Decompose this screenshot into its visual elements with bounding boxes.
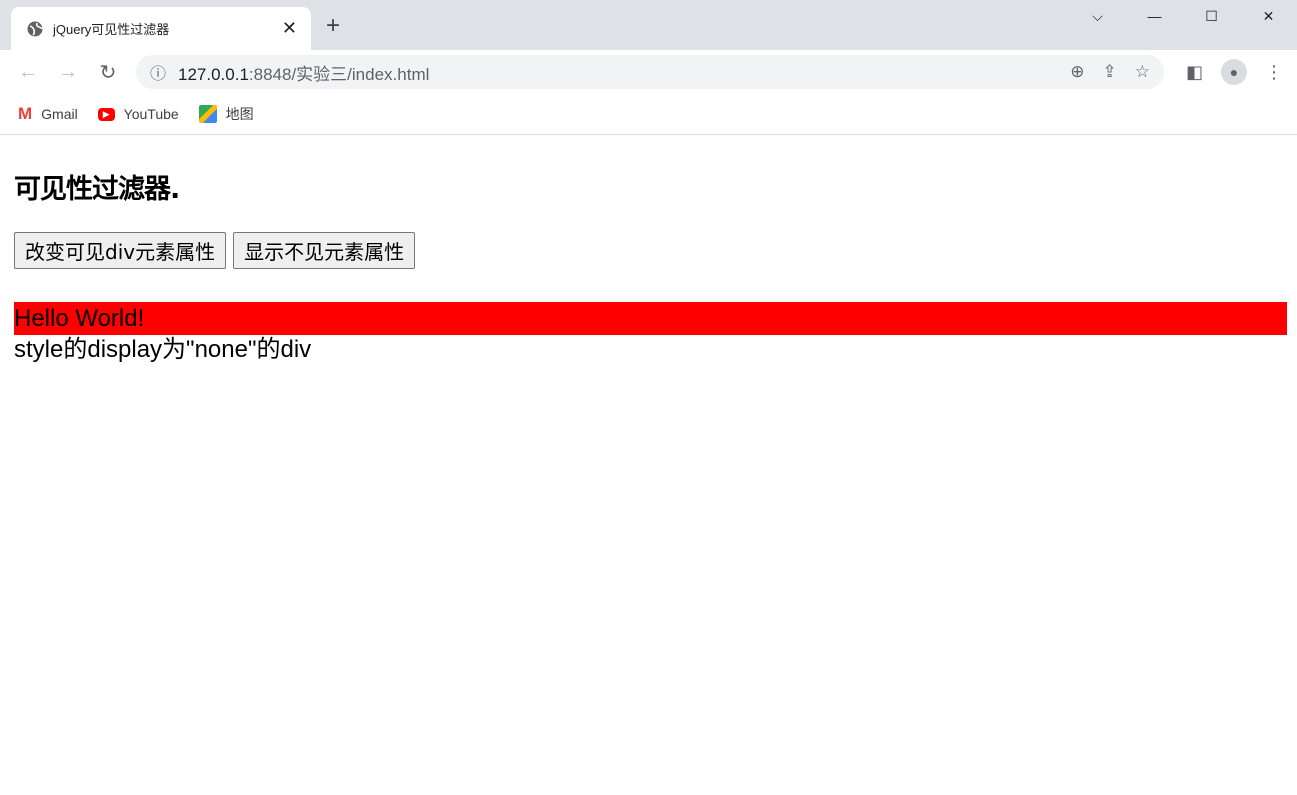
gmail-icon: M xyxy=(18,104,33,123)
forward-icon[interactable]: → xyxy=(48,61,88,84)
visible-div: Hello World! xyxy=(14,302,1287,335)
url-host: 127.0.0.1 xyxy=(178,64,249,84)
show-hidden-element-button[interactable]: 显示不见元素属性 xyxy=(233,232,416,269)
back-icon[interactable]: ← xyxy=(8,61,48,84)
bookmark-label: Gmail xyxy=(41,106,78,122)
tab-search-icon[interactable]: ⌵ xyxy=(1069,0,1126,32)
url-text[interactable]: 127.0.0.1:8848/实验三/index.html xyxy=(178,60,429,85)
minimize-icon[interactable]: — xyxy=(1126,0,1183,32)
maps-icon xyxy=(198,105,217,123)
menu-icon[interactable]: ⋮ xyxy=(1265,62,1283,83)
bookmark-label: YouTube xyxy=(123,106,179,122)
bookmark-maps[interactable]: 地图 xyxy=(198,104,254,124)
maximize-icon[interactable]: ☐ xyxy=(1183,0,1240,32)
url-path: :8848/实验三/index.html xyxy=(248,64,430,84)
toolbar: ← → ↻ ⓘ 127.0.0.1:8848/实验三/index.html ⊕ ⇪… xyxy=(0,50,1297,94)
reload-icon[interactable]: ↻ xyxy=(88,60,128,85)
tab-title: jQuery可见性过滤器 xyxy=(53,22,170,37)
window-close-icon[interactable]: ✕ xyxy=(1240,0,1297,32)
bookmark-youtube[interactable]: ▶ YouTube xyxy=(97,106,179,122)
share-icon[interactable]: ⇪ xyxy=(1103,62,1117,82)
sidepanel-icon[interactable]: ◧ xyxy=(1186,62,1203,83)
close-icon[interactable]: ✕ xyxy=(282,18,297,39)
youtube-icon: ▶ xyxy=(97,107,115,121)
page-content: 可见性过滤器. 改变可见div元素属性 显示不见元素属性 Hello World… xyxy=(0,167,1297,365)
star-icon[interactable]: ☆ xyxy=(1135,62,1150,82)
browser-tab[interactable]: jQuery可见性过滤器 ✕ xyxy=(11,7,311,50)
bookmarks-bar: M Gmail ▶ YouTube 地图 xyxy=(0,94,1297,135)
info-icon[interactable]: ⓘ xyxy=(150,60,166,84)
globe-icon xyxy=(27,21,43,36)
page-title: 可见性过滤器. xyxy=(14,174,180,205)
zoom-icon[interactable]: ⊕ xyxy=(1070,62,1084,82)
tab-strip: jQuery可见性过滤器 ✕ + ⌵ — ☐ ✕ xyxy=(0,0,1297,50)
address-bar[interactable]: ⓘ 127.0.0.1:8848/实验三/index.html ⊕ ⇪ ☆ xyxy=(136,55,1164,89)
bookmark-label: 地图 xyxy=(225,106,254,122)
change-visible-div-button[interactable]: 改变可见div元素属性 xyxy=(14,232,227,269)
plus-icon[interactable]: + xyxy=(326,12,340,40)
profile-icon[interactable]: ● xyxy=(1221,59,1247,85)
hidden-div: style的display为"none"的div xyxy=(14,336,312,363)
bookmark-gmail[interactable]: M Gmail xyxy=(18,104,78,124)
